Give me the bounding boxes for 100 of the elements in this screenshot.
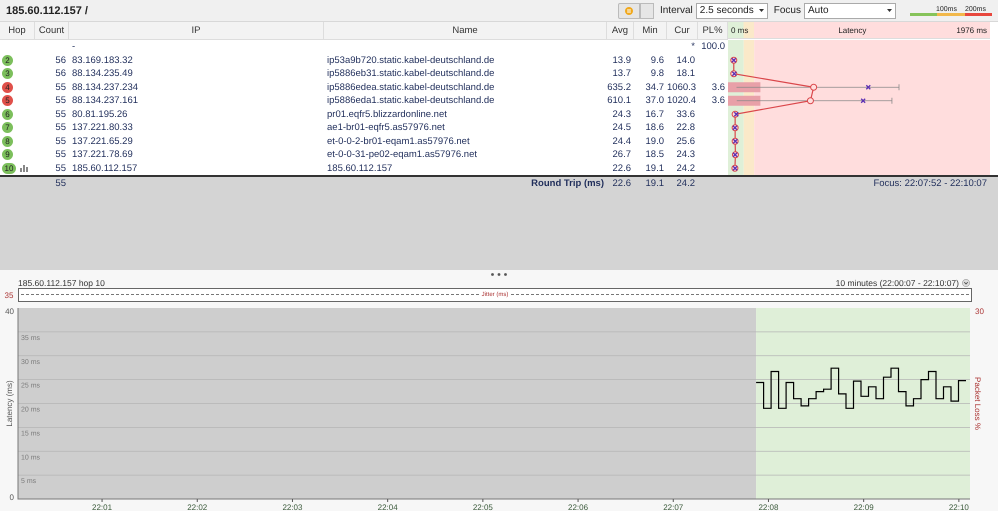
count-cell-text: 56: [54, 54, 67, 66]
loss-cell-text: 3.6: [710, 95, 726, 106]
interval-select[interactable]: 2.5 seconds: [696, 2, 768, 18]
cur-cell-text: *: [690, 41, 696, 52]
ip-cell-text: 88.134.237.161: [71, 95, 140, 106]
loss-axis-label: 30: [975, 307, 984, 316]
cur-cell-text: 1060.3: [667, 82, 698, 93]
cur-cell-text: 24.3: [676, 149, 696, 160]
time-tick-label: 22:03: [282, 503, 302, 511]
focus-label: Focus: [774, 5, 801, 16]
cur-cell-text: 22.8: [676, 122, 696, 134]
hop-badge: 5: [2, 95, 13, 106]
time-tick-label: 22:01: [92, 503, 112, 511]
axis-tick-label: 40: [5, 307, 14, 316]
column-header[interactable]: Hop: [0, 22, 35, 39]
cur-cell-text: 14.0: [676, 54, 696, 66]
loss-axis-title: Packet Loss %: [973, 377, 982, 430]
cur-cell-text: 24.2: [676, 178, 696, 189]
column-header[interactable]: Name: [324, 22, 607, 39]
avg-cell-text: 24.3: [612, 108, 632, 120]
hop-badge: 7: [2, 122, 13, 134]
cur-cell-text: 18.1: [676, 68, 696, 80]
loss-cell-text: 100.0: [700, 41, 726, 52]
count-cell-text: 55: [54, 162, 67, 174]
avg-cell-text: 13.9: [612, 54, 632, 66]
min-cell-text: 19.1: [644, 178, 665, 189]
current-marker: [734, 112, 739, 117]
column-header[interactable]: Avg: [607, 22, 634, 39]
column-header[interactable]: Cur: [667, 22, 698, 39]
name-cell-text: 185.60.112.157: [326, 162, 394, 174]
hop-badge: 2: [2, 54, 13, 66]
count-cell-text: 55: [54, 82, 67, 93]
count-cell-text: 56: [54, 68, 67, 80]
avg-cell-text: 24.5: [612, 122, 632, 134]
caret-icon: [887, 9, 892, 12]
min-cell-text: 9.8: [650, 68, 665, 80]
hop-badge: 8: [2, 136, 13, 147]
ip-cell-text: 137.221.78.69: [71, 149, 134, 160]
hop-badge: 4: [2, 82, 13, 93]
avg-cell-text: 610.1: [607, 95, 632, 106]
pause-button[interactable]: [618, 2, 640, 18]
average-marker: [810, 84, 818, 91]
count-cell-text: 55: [54, 178, 67, 189]
y-axis-title: Latency (ms): [5, 380, 14, 427]
count-cell-text: 55: [54, 136, 67, 147]
min-cell-text: 19.0: [644, 136, 665, 147]
min-cell-text: 37.0: [644, 95, 665, 106]
min-cell-text: 19.1: [644, 162, 665, 174]
caret-icon: [758, 9, 764, 12]
ip-cell-text: -: [71, 41, 76, 52]
time-tick-label: 22:06: [568, 503, 588, 511]
avg-cell-text: 26.7: [612, 149, 632, 160]
name-cell-text: pr01.eqfr5.blizzardonline.net: [326, 108, 448, 120]
round-trip-label: Round Trip (ms): [531, 178, 604, 189]
column-header[interactable]: IP: [69, 22, 324, 39]
count-cell-text: 55: [54, 149, 67, 160]
focus-range: Focus: 22:07:52 - 22:10:07: [872, 178, 988, 189]
column-header[interactable]: Count: [35, 22, 69, 39]
min-cell-text: 34.7: [644, 82, 665, 93]
ip-cell-text: 185.60.112.157: [71, 162, 138, 174]
ip-cell-text: 80.81.195.26: [71, 108, 128, 120]
time-tick-label: 22:07: [663, 503, 684, 511]
name-cell-text: ip5886edea.static.kabel-deutschland.de: [326, 82, 496, 93]
time-range-label: 10 minutes (22:00:07 - 22:10:07): [836, 278, 959, 288]
axis-tick-label: 0: [10, 493, 14, 502]
count-cell-text: 55: [54, 122, 67, 134]
ip-cell-text: 83.169.183.32: [71, 54, 134, 66]
bar-chart-icon[interactable]: [20, 164, 28, 172]
avg-cell-text: 24.4: [612, 136, 632, 147]
ip-cell-text: 137.221.65.29: [71, 136, 134, 147]
name-cell-text: et-0-0-31-pe02-eqam1.as57976.net: [326, 149, 478, 160]
time-tick-label: 22:04: [378, 503, 398, 511]
cur-cell-text: 33.6: [676, 108, 696, 120]
pause-icon: [624, 4, 633, 16]
current-marker: [860, 98, 866, 104]
avg-cell-text: 22.6: [612, 162, 632, 174]
name-cell-text: ae1-br01-eqfr5.as57976.net: [326, 122, 446, 134]
name-cell-text: ip53a9b720.static.kabel-deutschland.de: [326, 54, 496, 66]
time-tick-label: 22:02: [187, 503, 208, 511]
min-cell-text: 9.6: [650, 54, 665, 66]
time-tick-label: 22:08: [758, 503, 778, 511]
column-header[interactable]: Min: [634, 22, 667, 39]
focus-select[interactable]: Auto: [804, 2, 896, 18]
jitter-axis-label: 35: [4, 290, 14, 300]
min-cell-text: 18.5: [644, 149, 665, 160]
chevron-icon[interactable]: [962, 278, 970, 286]
target-address: 185.60.112.157 /: [6, 4, 89, 16]
time-tick-label: 22:10: [948, 503, 969, 511]
name-cell-text: et-0-0-2-br01-eqam1.as57976.net: [326, 136, 471, 147]
time-tick-label: 22:09: [854, 503, 874, 511]
hop-badge: 6: [2, 108, 13, 120]
average-marker: [806, 97, 814, 104]
cur-cell-text: 1020.4: [667, 95, 698, 106]
cur-cell-text: 24.2: [676, 162, 696, 174]
time-tick-label: 22:05: [472, 503, 493, 511]
hop-badge: 9: [2, 149, 13, 160]
splitter-handle-icon[interactable]: [491, 272, 507, 276]
cur-cell-text: 25.6: [676, 136, 696, 147]
current-marker: [866, 84, 871, 90]
avg-cell-text: 635.2: [607, 82, 632, 93]
